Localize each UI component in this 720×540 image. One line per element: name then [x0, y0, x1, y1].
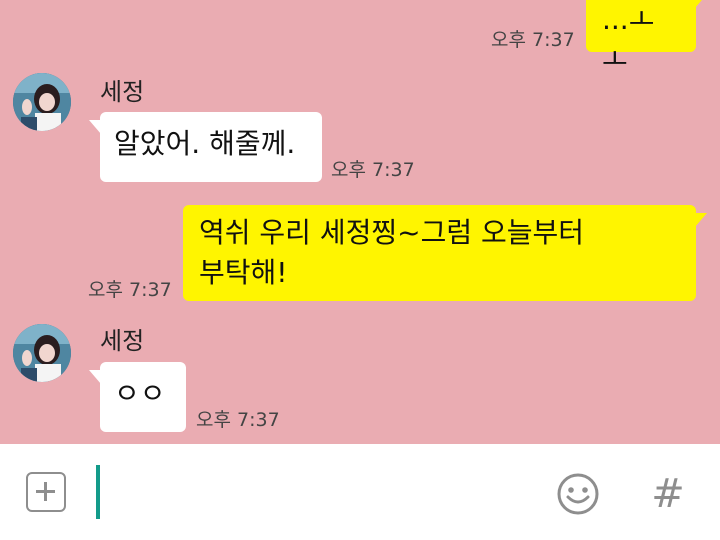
avatar[interactable] — [13, 324, 71, 382]
avatar-image — [13, 324, 71, 382]
message-time: 오후 7:37 — [331, 159, 415, 181]
message-text-line: 부탁해! — [199, 256, 288, 289]
avatar[interactable] — [13, 73, 71, 131]
avatar-image — [13, 73, 71, 131]
message-input[interactable] — [96, 464, 534, 518]
hash-icon[interactable]: # — [646, 470, 690, 518]
message-time: 오후 7:37 — [88, 279, 172, 301]
sender-name: 세정 — [100, 78, 145, 106]
incoming-message-bubble[interactable]: ㅇㅇ — [89, 362, 186, 432]
message-time: 오후 7:37 — [491, 29, 575, 51]
message-text: 알았어. 해줄께. — [114, 127, 296, 160]
plus-square-icon[interactable] — [26, 472, 66, 512]
message-text: ...ㅗㅗ — [602, 3, 655, 76]
smiley-icon[interactable] — [556, 472, 600, 516]
outgoing-message-bubble[interactable]: ...ㅗㅗ — [586, 0, 707, 76]
outgoing-message-bubble[interactable]: 역쉬 우리 세정찡~그럼 오늘부터 부탁해! — [183, 205, 707, 301]
message-time: 오후 7:37 — [196, 409, 280, 431]
chat-area[interactable]: ...ㅗㅗ 오후 7:37 세정 알았어. 해줄께. 오후 7:37 오후 7:… — [0, 0, 720, 444]
sender-name: 세정 — [100, 327, 145, 355]
message-text-line: 역쉬 우리 세정찡~그럼 오늘부터 — [199, 216, 585, 249]
smiley-icon-graphic — [557, 473, 599, 515]
text-cursor — [96, 465, 100, 519]
message-text: ㅇㅇ — [114, 377, 166, 410]
incoming-message-bubble[interactable]: 알았어. 해줄께. — [89, 112, 322, 182]
